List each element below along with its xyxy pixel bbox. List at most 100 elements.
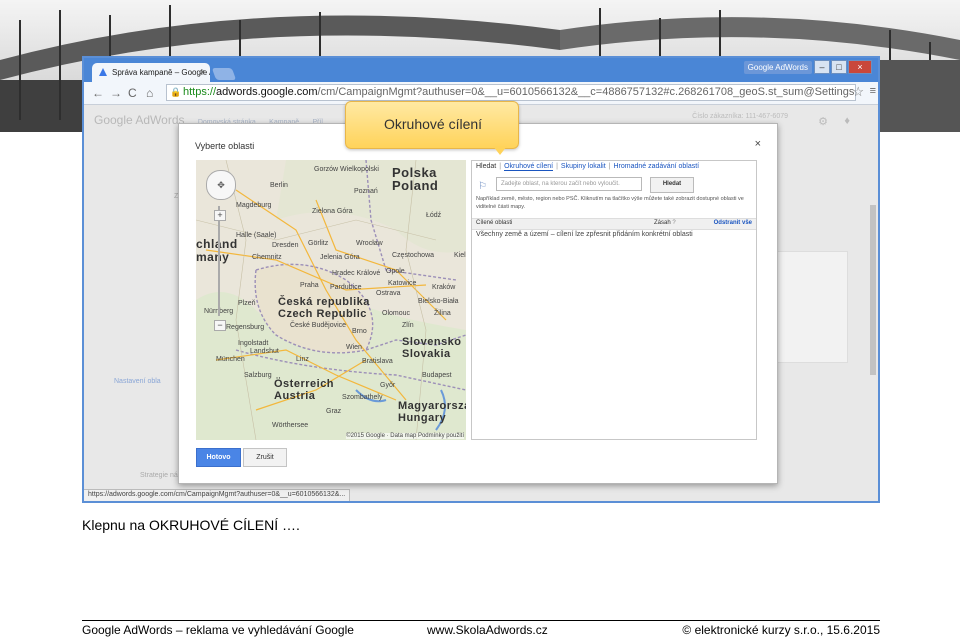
map-city: Bielsko-Biała bbox=[418, 298, 459, 305]
zoom-slider-track[interactable] bbox=[218, 206, 220, 316]
map-city: Chemnitz bbox=[252, 254, 282, 261]
map-label-slovakia: Slovensko Slovakia bbox=[402, 336, 462, 360]
browser-tab[interactable]: Správa kampaně – Google A × bbox=[92, 63, 210, 82]
dialog-title: Vyberte oblasti bbox=[195, 141, 255, 151]
new-tab-button[interactable] bbox=[211, 68, 237, 80]
map-city: Linz bbox=[296, 356, 309, 363]
zoom-in-button[interactable]: + bbox=[214, 210, 226, 221]
map-city: Salzburg bbox=[244, 372, 272, 379]
account-brand-label: Google AdWords bbox=[743, 61, 812, 74]
map-city: Katowice bbox=[388, 280, 417, 287]
footer-copyright: © elektronické kurzy s.r.o., 15.6.2015 bbox=[682, 623, 880, 637]
close-window-button[interactable]: × bbox=[848, 60, 872, 74]
map-city: Halle (Saale) bbox=[236, 232, 277, 239]
map-city: Zlín bbox=[402, 322, 414, 329]
map-city: Wrocław bbox=[356, 240, 383, 247]
page-scrollbar[interactable] bbox=[870, 205, 876, 375]
location-search-input[interactable]: Zadejte oblast, na kterou začít nebo vyl… bbox=[496, 177, 642, 191]
help-icon[interactable]: ? bbox=[672, 220, 675, 226]
slide-caption: Klepnu na OKRUHOVÉ CÍLENÍ …. bbox=[82, 517, 300, 533]
map-city: Žilina bbox=[434, 310, 451, 317]
map-city: Hradec Králové bbox=[332, 270, 381, 277]
footer-course-title: Google AdWords – reklama ve vyhledávání … bbox=[82, 623, 354, 637]
minimize-button[interactable]: – bbox=[814, 60, 830, 74]
callout-label: Okruhové cílení bbox=[384, 116, 483, 132]
adwords-favicon-icon bbox=[99, 68, 107, 76]
maximize-button[interactable]: □ bbox=[831, 60, 847, 74]
status-bar-url: https://adwords.google.com/cm/CampaignMg… bbox=[84, 489, 351, 501]
cancel-button[interactable]: Zrušit bbox=[243, 448, 287, 467]
map-city: Opole bbox=[386, 268, 405, 275]
link-location-groups[interactable]: Skupiny lokalit bbox=[561, 163, 606, 170]
location-search-panel: Hledat | Okruhové cílení | Skupiny lokalit | H… bbox=[471, 160, 757, 440]
search-button[interactable]: Hledat bbox=[650, 177, 694, 193]
reload-icon[interactable]: C bbox=[128, 86, 137, 100]
map-city: Ingolstadt bbox=[238, 340, 269, 347]
remove-all-link[interactable]: Odstranit vše bbox=[714, 220, 752, 226]
search-hint-text: Například země, město, region nebo PSČ. … bbox=[476, 196, 744, 210]
bell-icon[interactable]: ♦ bbox=[844, 115, 850, 127]
map-city: Jelenia Góra bbox=[320, 254, 360, 261]
link-bulk-locations[interactable]: Hromadné zadávání oblastí bbox=[614, 163, 700, 170]
browser-menu-icon[interactable]: ≡ bbox=[870, 85, 876, 97]
adwords-logo: Google AdWords bbox=[94, 113, 185, 127]
map-city: Częstochowa bbox=[392, 252, 435, 259]
map-city: Dresden bbox=[272, 242, 299, 249]
map-city: Wörthersee bbox=[272, 422, 309, 429]
url-scheme: https:// bbox=[183, 86, 217, 98]
map-city: Łódź bbox=[426, 212, 442, 219]
map-city: Magdeburg bbox=[236, 202, 272, 209]
map-city: Bratislava bbox=[362, 358, 393, 365]
map-pan-control-icon[interactable]: ✥ bbox=[206, 170, 236, 200]
done-button[interactable]: Hotovo bbox=[196, 448, 241, 467]
map-label-germany: chland many bbox=[196, 237, 238, 264]
map-label-austria: Österreich Austria bbox=[274, 378, 335, 402]
lock-icon: 🔒 bbox=[170, 87, 182, 97]
footer-website: www.SkolaAdwords.cz bbox=[427, 623, 548, 637]
gear-icon[interactable]: ⚙ bbox=[818, 115, 828, 128]
bg-link-location-settings[interactable]: Nastavení obla bbox=[114, 378, 161, 385]
column-targeted-locations: Cílené oblasti bbox=[476, 220, 513, 226]
map-city: Praha bbox=[300, 282, 319, 289]
map-city: Görlitz bbox=[308, 240, 329, 247]
map-city: Kiel bbox=[454, 252, 466, 259]
map-city: Poznań bbox=[354, 188, 378, 195]
map-city: Budapest bbox=[422, 372, 452, 379]
back-arrow-icon[interactable]: ← bbox=[92, 86, 104, 100]
radius-targeting-callout: Okruhové cílení bbox=[345, 101, 519, 149]
map-attribution: ©2015 Google · Data map Podmínky použití bbox=[346, 433, 464, 439]
map-label-czech: Česká republika Czech Republic bbox=[278, 296, 370, 320]
forward-arrow-icon[interactable]: → bbox=[110, 86, 122, 100]
bookmark-star-icon[interactable]: ☆ bbox=[852, 84, 864, 100]
browser-tab-title: Správa kampaně – Google A bbox=[112, 68, 210, 77]
location-mode-links: Hledat | Okruhové cílení | Skupiny lokalit | H… bbox=[476, 163, 700, 171]
map-city: Zielona Góra bbox=[312, 208, 353, 215]
map-city: Brno bbox=[352, 328, 367, 335]
address-bar[interactable]: 🔒 https://adwords.google.com/cm/CampaignM… bbox=[166, 84, 856, 101]
targeted-locations-header: Cílené oblasti Zásah ? Odstranit vše bbox=[472, 218, 756, 230]
map-city: Graz bbox=[326, 408, 342, 415]
map-view[interactable]: Polska Poland chland many Česká republik… bbox=[196, 160, 466, 440]
map-label-hungary: Magyarország Hungary bbox=[398, 400, 466, 424]
map-city: Wien bbox=[346, 344, 362, 351]
map-city: Berlin bbox=[270, 182, 288, 189]
map-city: Plzeň bbox=[238, 300, 256, 307]
link-search[interactable]: Hledat bbox=[476, 163, 496, 170]
dialog-close-icon[interactable]: × bbox=[755, 138, 761, 150]
map-city: München bbox=[216, 356, 245, 363]
map-city: Gorzów Wielkopolski bbox=[314, 166, 379, 173]
map-city: Regensburg bbox=[226, 324, 265, 331]
home-icon[interactable]: ⌂ bbox=[146, 86, 153, 100]
link-radius-targeting[interactable]: Okruhové cílení bbox=[504, 163, 554, 171]
map-city: Ostrava bbox=[376, 290, 401, 297]
map-label-poland: Polska Poland bbox=[392, 165, 439, 193]
map-city: Olomouc bbox=[382, 310, 411, 317]
tab-strip: Správa kampaně – Google A × Google AdWor… bbox=[84, 58, 878, 82]
tab-close-icon[interactable]: × bbox=[200, 67, 205, 77]
url-host: adwords.google.com bbox=[216, 86, 318, 98]
map-city: Győr bbox=[380, 382, 396, 389]
map-city: Szombathely bbox=[342, 394, 383, 401]
location-pin-icon: ⚐ bbox=[478, 181, 487, 192]
zoom-out-button[interactable]: − bbox=[214, 320, 226, 331]
map-city: České Budějovice bbox=[290, 322, 347, 329]
